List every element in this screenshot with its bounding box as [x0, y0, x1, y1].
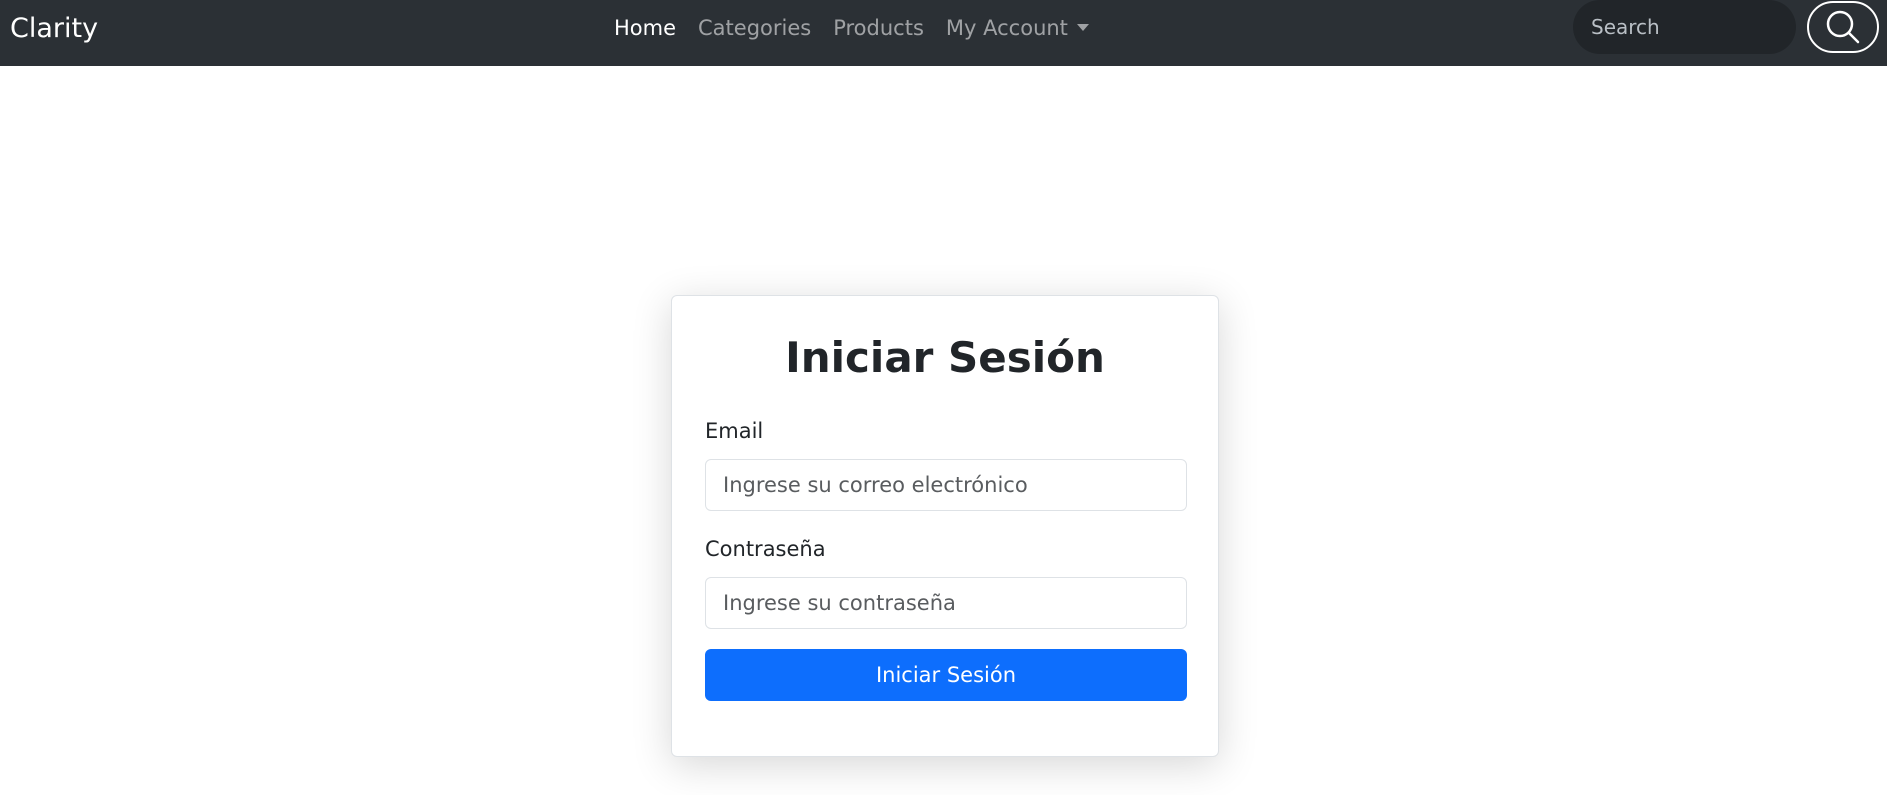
email-label: Email [705, 419, 764, 443]
login-card: Iniciar Sesión Email Contraseña Iniciar … [671, 295, 1219, 757]
top-navbar: Clarity Home Categories Products My Acco… [0, 0, 1887, 66]
password-label: Contraseña [705, 537, 826, 561]
password-field[interactable] [705, 577, 1187, 629]
login-title: Iniciar Sesión [785, 333, 1105, 382]
search-button[interactable] [1807, 1, 1879, 53]
nav-link-products[interactable]: Products [833, 16, 924, 40]
nav-menu: Home Categories Products My Account [614, 0, 1111, 55]
caret-down-icon [1076, 23, 1089, 31]
brand-logo[interactable]: Clarity [10, 13, 98, 44]
email-field[interactable] [705, 459, 1187, 511]
nav-link-my-account-label: My Account [945, 15, 1068, 40]
nav-link-categories[interactable]: Categories [698, 16, 811, 40]
search-icon [1826, 10, 1860, 44]
login-submit-button[interactable]: Iniciar Sesión [705, 649, 1187, 701]
nav-dropdown-my-account[interactable]: My Account [946, 16, 1089, 40]
nav-link-home[interactable]: Home [614, 16, 676, 40]
search-input[interactable] [1573, 0, 1796, 54]
